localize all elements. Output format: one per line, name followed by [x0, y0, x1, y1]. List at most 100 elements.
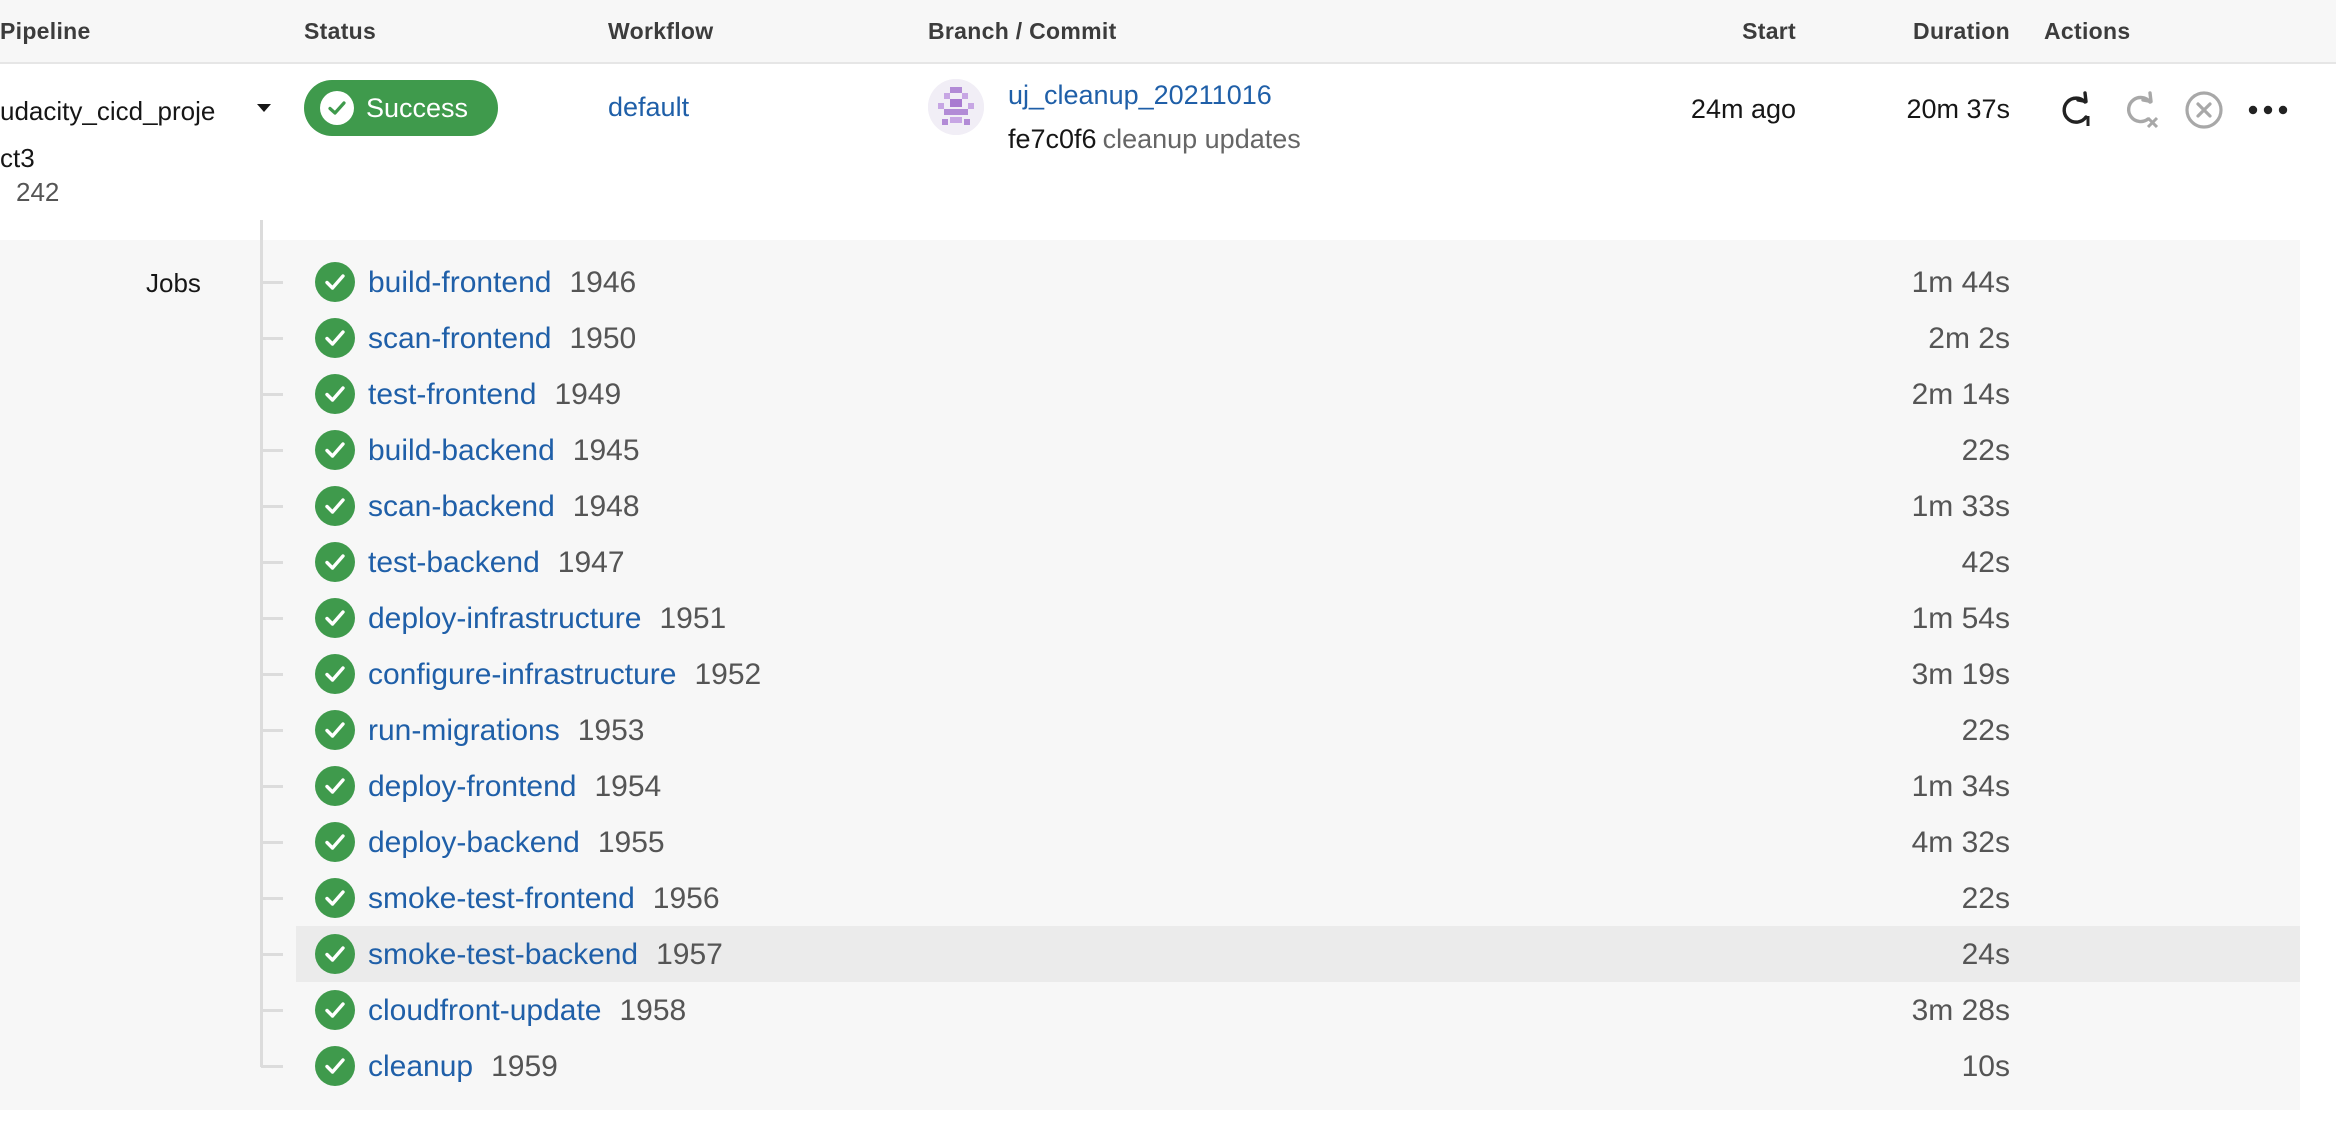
header-pipeline: Pipeline [0, 18, 91, 44]
job-link[interactable]: scan-frontend [368, 322, 551, 355]
job-row[interactable]: deploy-infrastructure 1951 1m 54s [261, 590, 2300, 646]
job-number: 1947 [557, 546, 625, 579]
header-actions: Actions [2044, 18, 2131, 44]
tree-branch [261, 505, 283, 508]
tree-branch [261, 729, 283, 732]
rerun-icon[interactable] [2053, 88, 2097, 132]
check-icon [320, 91, 354, 125]
tree-branch [261, 841, 283, 844]
job-row[interactable]: build-frontend 1946 1m 44s [261, 254, 2300, 310]
job-link[interactable]: smoke-test-frontend [368, 882, 635, 915]
pipeline-duration: 20m 37s [1906, 94, 2010, 124]
job-duration: 1m 34s [1911, 770, 2010, 803]
job-row[interactable]: deploy-frontend 1954 1m 34s [261, 758, 2300, 814]
job-label: test-backend 1947 [368, 546, 625, 580]
tree-branch [261, 617, 283, 620]
job-link[interactable]: build-frontend [368, 266, 551, 299]
job-link[interactable]: cloudfront-update [368, 994, 602, 1027]
job-duration: 4m 32s [1911, 826, 2010, 859]
job-link[interactable]: configure-infrastructure [368, 658, 676, 691]
job-number: 1953 [577, 714, 645, 747]
success-check-icon [315, 822, 355, 862]
job-link[interactable]: scan-backend [368, 490, 555, 523]
job-row[interactable]: cleanup 1959 10s [261, 1038, 2300, 1094]
pipeline-number: 242 [16, 177, 60, 207]
job-link[interactable]: test-frontend [368, 378, 536, 411]
success-check-icon [315, 262, 355, 302]
tree-branch [261, 449, 283, 452]
job-row[interactable]: test-backend 1947 42s [261, 534, 2300, 590]
commit-hash[interactable]: fe7c0f6 [1008, 124, 1097, 154]
status-label: Success [366, 92, 469, 123]
success-check-icon [315, 934, 355, 974]
job-duration: 2m 2s [1928, 322, 2010, 355]
header-workflow: Workflow [608, 18, 714, 44]
header-duration: Duration [1913, 18, 2010, 44]
job-row[interactable]: run-migrations 1953 22s [261, 702, 2300, 758]
job-number: 1948 [572, 490, 640, 523]
commit-info: fe7c0f6 cleanup updates [1008, 124, 1301, 155]
job-link[interactable]: smoke-test-backend [368, 938, 638, 971]
workflow-link[interactable]: default [608, 92, 689, 123]
jobs-label: Jobs [146, 268, 201, 298]
tree-branch [261, 1009, 283, 1012]
job-duration: 22s [1961, 714, 2010, 747]
job-number: 1955 [597, 826, 665, 859]
job-link[interactable]: deploy-backend [368, 826, 580, 859]
job-label: configure-infrastructure 1952 [368, 658, 761, 692]
job-number: 1951 [659, 602, 727, 635]
job-link[interactable]: run-migrations [368, 714, 560, 747]
job-link[interactable]: test-backend [368, 546, 540, 579]
job-duration: 22s [1961, 434, 2010, 467]
job-row[interactable]: cloudfront-update 1958 3m 28s [261, 982, 2300, 1038]
rerun-failed-icon[interactable] [2118, 88, 2162, 132]
tree-branch [261, 673, 283, 676]
job-row[interactable]: configure-infrastructure 1952 3m 19s [261, 646, 2300, 702]
pipeline-page: Pipeline Status Workflow Branch / Commit… [0, 0, 2336, 1130]
job-row[interactable]: scan-frontend 1950 2m 2s [261, 310, 2300, 366]
tree-branch [261, 281, 283, 284]
success-check-icon [315, 486, 355, 526]
job-label: deploy-frontend 1954 [368, 770, 661, 804]
success-check-icon [315, 1046, 355, 1086]
job-duration: 1m 33s [1911, 490, 2010, 523]
job-duration: 3m 19s [1911, 658, 2010, 691]
job-number: 1945 [572, 434, 640, 467]
success-check-icon [315, 766, 355, 806]
job-duration: 2m 14s [1911, 378, 2010, 411]
pipeline-start: 24m ago [1690, 94, 1796, 124]
job-row[interactable]: deploy-backend 1955 4m 32s [261, 814, 2300, 870]
job-row[interactable]: build-backend 1945 22s [261, 422, 2300, 478]
job-number: 1958 [619, 994, 687, 1027]
job-duration: 10s [1961, 1050, 2010, 1083]
job-number: 1949 [554, 378, 622, 411]
success-check-icon [315, 542, 355, 582]
table-header: Pipeline Status Workflow Branch / Commit… [0, 0, 2336, 64]
cancel-icon[interactable] [2182, 88, 2226, 132]
job-duration: 3m 28s [1911, 994, 2010, 1027]
job-link[interactable]: deploy-frontend [368, 770, 576, 803]
job-link[interactable]: deploy-infrastructure [368, 602, 641, 635]
job-row[interactable]: smoke-test-backend 1957 24s [261, 926, 2300, 982]
tree-branch [261, 953, 283, 956]
job-row[interactable]: test-frontend 1949 2m 14s [261, 366, 2300, 422]
status-badge[interactable]: Success [304, 80, 498, 136]
job-number: 1946 [569, 266, 637, 299]
branch-link[interactable]: uj_cleanup_20211016 [1008, 80, 1272, 111]
user-avatar [928, 79, 984, 135]
success-check-icon [315, 878, 355, 918]
job-row[interactable]: smoke-test-frontend 1956 22s [261, 870, 2300, 926]
more-icon[interactable] [2246, 88, 2290, 132]
tree-branch [261, 1065, 283, 1068]
success-check-icon [315, 710, 355, 750]
job-row[interactable]: scan-backend 1948 1m 33s [261, 478, 2300, 534]
job-duration: 22s [1961, 882, 2010, 915]
job-number: 1954 [594, 770, 662, 803]
job-link[interactable]: build-backend [368, 434, 555, 467]
pipeline-name[interactable]: udacity_cicd_project3 [0, 88, 225, 182]
job-link[interactable]: cleanup [368, 1050, 473, 1083]
job-label: run-migrations 1953 [368, 714, 644, 748]
job-number: 1952 [694, 658, 762, 691]
success-check-icon [315, 430, 355, 470]
chevron-down-icon[interactable] [254, 98, 274, 118]
